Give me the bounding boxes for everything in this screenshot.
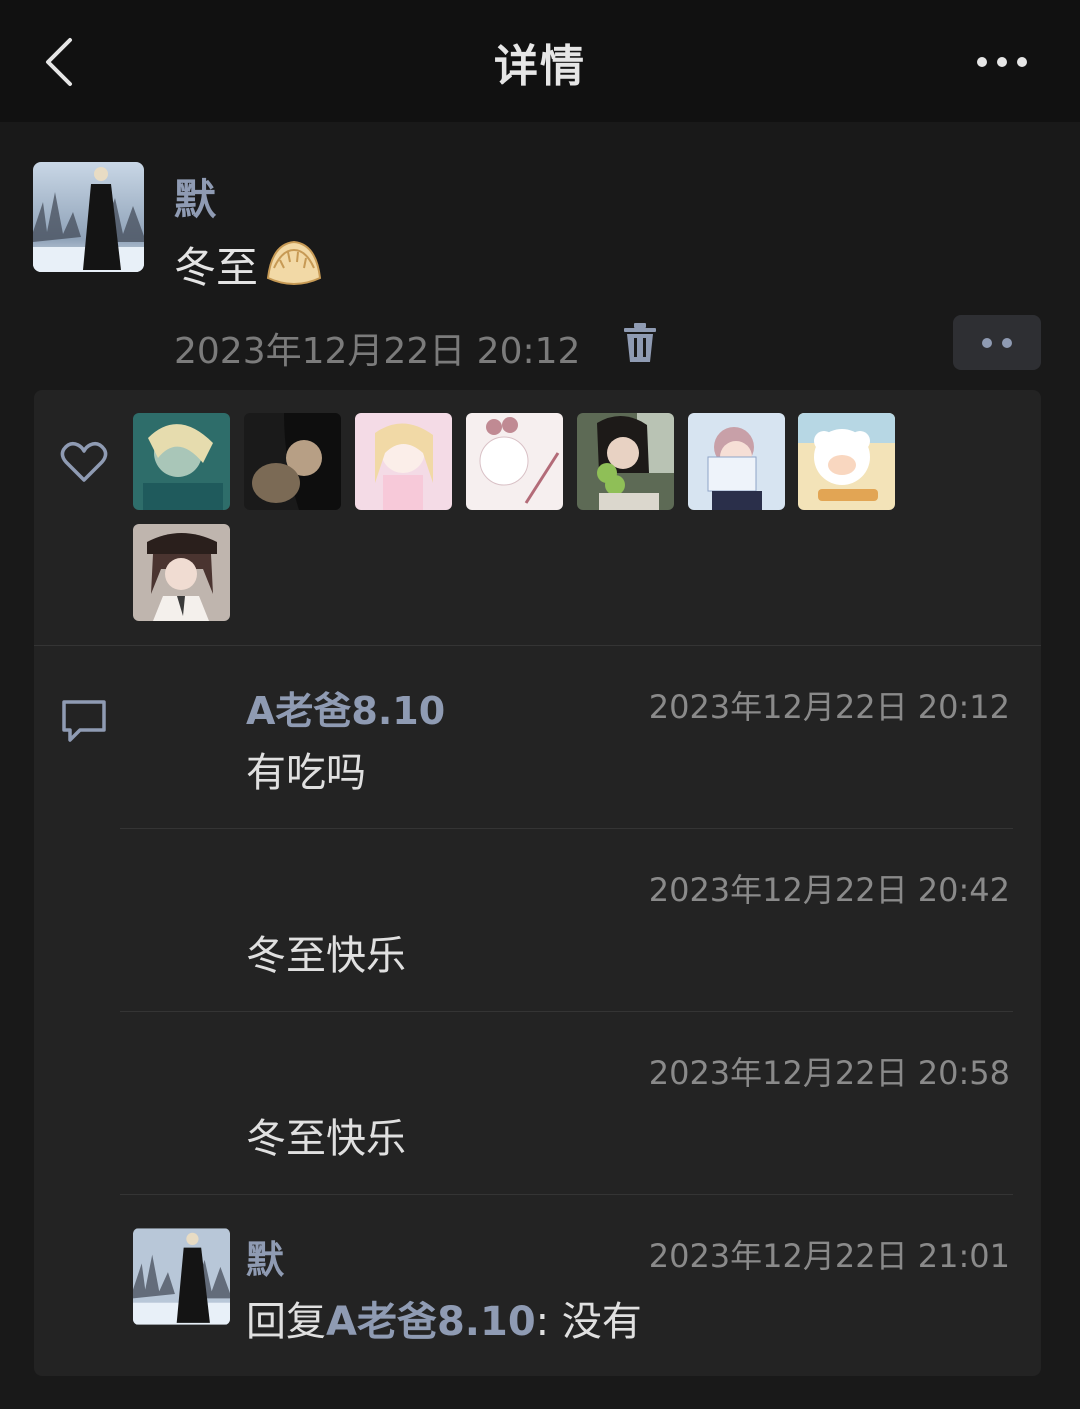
post-content: 冬至 (174, 234, 324, 295)
comment-author[interactable]: A老爸8.10 (246, 680, 445, 735)
trash-icon[interactable] (622, 322, 658, 364)
nav-bar: 详情 (0, 0, 1080, 122)
comment-timestamp: 2023年12月22日 20:58 (648, 1054, 1010, 1092)
post-timestamp: 2023年12月22日 20:12 (174, 331, 581, 372)
comment-author[interactable]: 默 (246, 1229, 284, 1284)
liker-avatar[interactable] (798, 413, 895, 510)
comment-item[interactable]: A老爸8.10 2023年12月22日 20:12 有吃吗 (120, 646, 1013, 828)
reply-text: 没有 (561, 1299, 642, 1345)
comment-text: 有吃吗 (246, 750, 366, 796)
comment-author-avatar[interactable] (133, 1228, 230, 1325)
comment-item[interactable]: 默 2023年12月22日 21:01 回复A老爸8.10: 没有 (120, 1195, 1013, 1377)
post-author-name[interactable]: 默 (174, 166, 216, 227)
liker-avatar[interactable] (133, 413, 230, 510)
liker-avatar[interactable] (244, 413, 341, 510)
comment-text: 冬至快乐 (246, 933, 406, 979)
liker-avatar[interactable] (466, 413, 563, 510)
comment-item[interactable]: 2023年12月22日 20:42 冬至快乐 (120, 829, 1013, 1011)
reply-separator: : (535, 1299, 562, 1345)
like-comment-action-button[interactable] (953, 315, 1041, 370)
liker-avatar[interactable] (355, 413, 452, 510)
page-title: 详情 (494, 41, 586, 92)
reply-mention[interactable]: A老爸8.10 (326, 1299, 536, 1345)
comment-timestamp: 2023年12月22日 21:01 (648, 1237, 1010, 1275)
more-dots-icon[interactable] (972, 50, 1032, 74)
heart-icon (60, 441, 108, 482)
comment-text: 回复A老爸8.10: 没有 (246, 1289, 642, 1347)
comment-bubble-icon (62, 700, 106, 742)
liker-avatar[interactable] (133, 524, 230, 621)
post-author-avatar[interactable] (33, 162, 144, 272)
liker-avatar[interactable] (688, 413, 785, 510)
dumpling-emoji (266, 240, 322, 285)
liker-avatar[interactable] (577, 413, 674, 510)
reply-prefix: 回复 (246, 1299, 326, 1345)
post-text: 冬至 (174, 243, 259, 292)
comment-timestamp: 2023年12月22日 20:42 (648, 871, 1010, 909)
comment-item[interactable]: 2023年12月22日 20:58 冬至快乐 (120, 1012, 1013, 1194)
action-dots-icon (982, 338, 1012, 348)
comment-text: 冬至快乐 (246, 1116, 406, 1162)
comment-timestamp: 2023年12月22日 20:12 (648, 688, 1010, 726)
